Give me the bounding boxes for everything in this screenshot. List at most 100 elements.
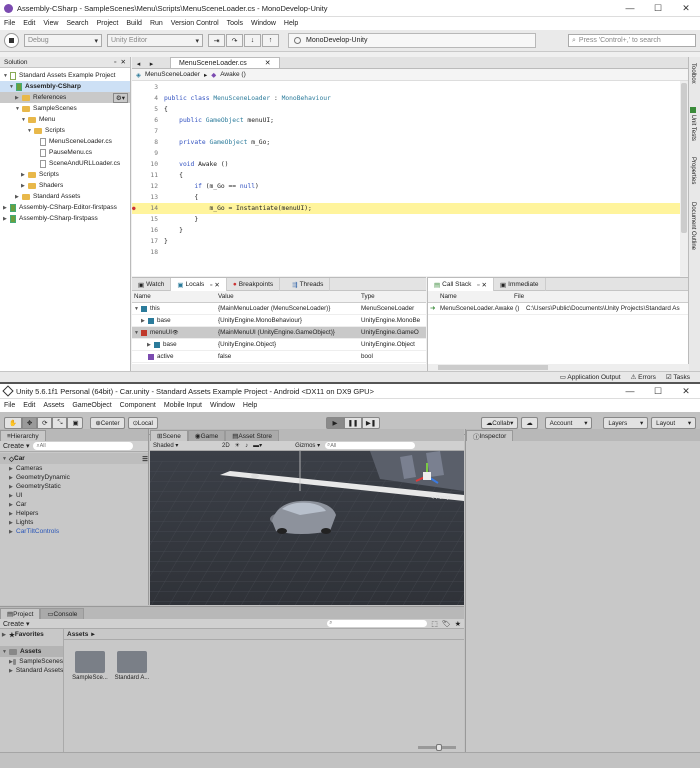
breadcrumb-method[interactable]: Awake () (220, 71, 246, 78)
tree-item[interactable]: ▶ Scripts (0, 169, 130, 180)
close-icon[interactable]: ✕ (672, 386, 700, 397)
continue-button[interactable]: ⇥ (208, 34, 225, 47)
layers-dropdown[interactable]: Layers ▾ (603, 417, 649, 429)
pivot-center-toggle[interactable]: ⊕ Center (90, 417, 125, 429)
tree-item[interactable]: PauseMenu.cs (0, 147, 130, 158)
code-line[interactable]: 5{ (132, 104, 688, 115)
breakpoint-icon[interactable]: ● (132, 205, 140, 212)
menu-help[interactable]: Help (243, 402, 257, 409)
shading-dropdown[interactable]: Shaded ▾ (153, 442, 217, 449)
menu-search[interactable]: Search (66, 20, 88, 27)
filter-type-icon[interactable]: ⬚ (431, 620, 438, 628)
tab-project[interactable]: ▤ Project (0, 608, 41, 619)
menu-gameobject[interactable]: GameObject (72, 402, 111, 409)
project-search[interactable]: ⌕ (327, 620, 428, 627)
locals-row[interactable]: ▶ base {UnityEngine.Object} UnityEngine.Obj… (132, 339, 426, 351)
menu-assets[interactable]: Assets (43, 402, 64, 409)
hierarchy-search[interactable]: ⌕ All (33, 442, 134, 450)
tree-item[interactable]: ▼ Standard Assets Example Project (0, 70, 130, 81)
target-select[interactable]: Unity Editor ▾ (107, 34, 203, 47)
tab-asset-store[interactable]: ▤ Asset Store (225, 430, 280, 441)
tab-hierarchy[interactable]: ≡ Hierarchy (0, 430, 46, 441)
code-line[interactable]: 10 void Awake () (132, 159, 688, 170)
side-tab-document-outline[interactable]: Document Outline (690, 202, 696, 250)
status-tasks[interactable]: ☑ Tasks (666, 373, 690, 381)
gear-icon[interactable]: ⚙▾ (112, 92, 128, 103)
tree-item[interactable]: ▼ Menu (0, 114, 130, 125)
stop-button[interactable] (4, 33, 19, 48)
code-line[interactable]: 15 } (132, 214, 688, 225)
hierarchy-item[interactable]: ▶ GeometryStatic (0, 482, 148, 491)
tab-immediate[interactable]: ▣ Immediate (494, 278, 546, 291)
menu-build[interactable]: Build (126, 20, 142, 27)
side-tab-toolbox[interactable]: Toolbox (690, 63, 696, 84)
tab-inspector[interactable]: ⓘ Inspector (466, 430, 514, 441)
breadcrumb-class[interactable]: MenuSceneLoader (145, 71, 200, 78)
asset-folder[interactable]: Standard A... (112, 651, 152, 681)
step-over-button[interactable]: ↷ (226, 34, 243, 47)
nav-forward-icon[interactable]: ▸ (145, 60, 158, 68)
code-line[interactable]: 11 { (132, 170, 688, 181)
cloud-button[interactable]: ☁ (521, 417, 538, 429)
editor-scrollbar[interactable] (680, 81, 688, 276)
document-tab[interactable]: MenuSceneLoader.cs ✕ (170, 57, 280, 68)
nav-back-icon[interactable]: ◂ (132, 60, 145, 68)
account-dropdown[interactable]: Account ▾ (544, 417, 593, 429)
menu-help[interactable]: Help (284, 20, 298, 27)
zoom-slider[interactable] (418, 744, 456, 751)
menu-component[interactable]: Component (120, 402, 156, 409)
step-into-button[interactable]: ↓ (244, 34, 261, 47)
move-tool-icon[interactable]: ✥ (21, 417, 38, 429)
caret-right-icon[interactable]: ▶ (147, 342, 154, 348)
hierarchy-item[interactable]: ▶ UI (0, 491, 148, 500)
tree-item[interactable]: ▼ Assembly-CSharp (0, 81, 130, 92)
menu-edit[interactable]: Edit (23, 20, 35, 27)
tree-item[interactable]: ▼ SampleScenes (0, 103, 130, 114)
callstack-hscroll[interactable] (428, 364, 689, 371)
pin-watch-icon[interactable]: 👁 (172, 330, 178, 336)
tab-watch[interactable]: ▣ Watch (132, 278, 172, 291)
persp-label[interactable]: < Persp (431, 495, 450, 501)
tree-item[interactable]: ▼ Scripts (0, 125, 130, 136)
scene-root[interactable]: ▼ ◇ Car ☰ (0, 453, 148, 464)
caret-down-icon[interactable]: ▼ (134, 330, 141, 336)
menu-run[interactable]: Run (150, 20, 163, 27)
tab-threads[interactable]: ⇶ Threads (280, 278, 331, 291)
code-view[interactable]: 3 4 public class MenuSceneLoader : MonoBeh… (132, 81, 688, 269)
hierarchy-item[interactable]: ▶ Helpers (0, 509, 148, 518)
favorites-node[interactable]: ▶ ★ Favorites (0, 629, 63, 640)
audio-toggle-icon[interactable]: ♪ (245, 443, 248, 449)
code-line[interactable]: 3 (132, 82, 688, 93)
caret-right-icon[interactable]: ▶ (141, 318, 148, 324)
rotate-tool-icon[interactable]: ⟳ (37, 417, 53, 429)
side-tab-properties[interactable]: Properties (690, 157, 696, 184)
close-tab-icon[interactable]: ▫ ✕ (477, 281, 487, 289)
tab-locals[interactable]: ▣ Locals ▫ ✕ (171, 278, 227, 291)
create-dropdown[interactable]: Create ▾ (3, 442, 29, 450)
menu-version-control[interactable]: Version Control (171, 20, 219, 27)
assets-child[interactable]: ▶ SampleScenes (0, 657, 63, 666)
tree-item[interactable]: ▶ Shaders (0, 180, 130, 191)
code-line[interactable]: 12 if (m_Go == null) (132, 181, 688, 192)
global-search[interactable]: ⌕ Press 'Control+,' to search (568, 34, 696, 47)
menu-file[interactable]: File (4, 402, 15, 409)
menu-window[interactable]: Window (210, 402, 235, 409)
asset-folder[interactable]: SampleSce... (70, 651, 110, 681)
code-line[interactable]: ● 14 m_Go = Instantiate(menuUI); (132, 203, 688, 214)
code-line[interactable]: 4 public class MenuSceneLoader : MonoBeha… (132, 93, 688, 104)
caret-down-icon[interactable]: ▼ (134, 306, 141, 312)
scene-search[interactable]: ⌕ All (325, 442, 416, 449)
create-dropdown[interactable]: Create ▾ (3, 620, 29, 628)
collab-button[interactable]: ☁ Collab ▾ (480, 417, 519, 429)
locals-row[interactable]: ▶ base {UnityEngine.MonoBehaviour} UnityEng… (132, 315, 426, 327)
scene-gizmo[interactable] (412, 461, 442, 491)
col-name[interactable]: Name (132, 293, 218, 300)
code-line[interactable]: 16 } (132, 225, 688, 236)
status-application-output[interactable]: ▭ Application Output (560, 373, 621, 381)
tree-item[interactable]: ▶ Assembly-CSharp-Editor-firstpass (0, 202, 130, 213)
callstack-row[interactable]: ➜ MenuSceneLoader.Awake () C:\Users\Publ… (428, 303, 688, 315)
rect-tool-icon[interactable]: ▣ (67, 417, 84, 429)
close-tab-icon[interactable]: ▫ ✕ (210, 281, 220, 289)
tab-console[interactable]: ▭ Console (40, 608, 85, 619)
side-tab-unit-tests[interactable]: Unit Tests (690, 107, 696, 141)
